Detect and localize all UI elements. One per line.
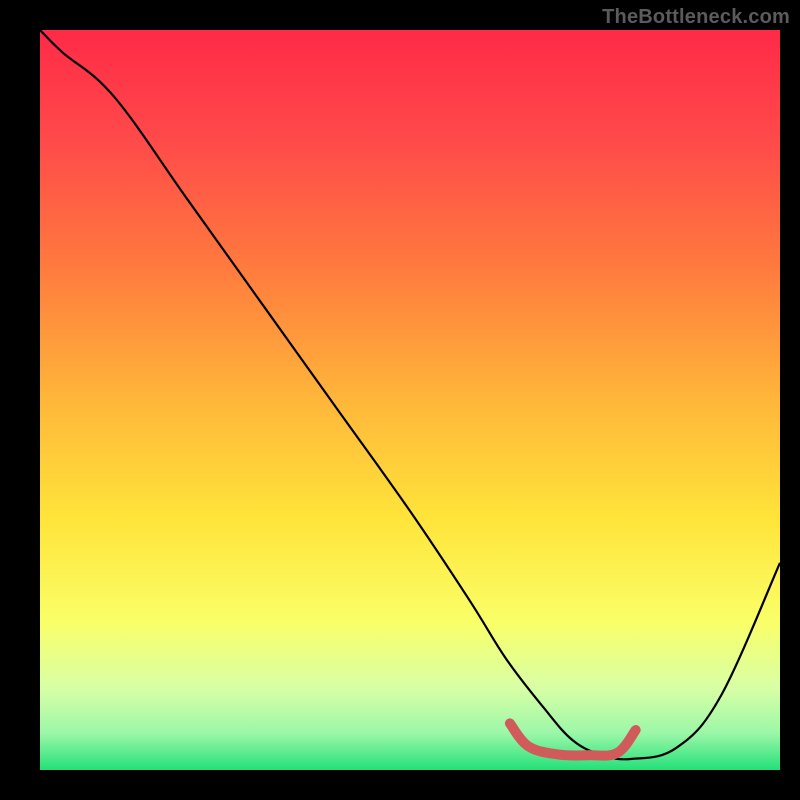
chart-container: TheBottleneck.com bbox=[0, 0, 800, 800]
watermark-text: TheBottleneck.com bbox=[602, 6, 790, 29]
bottleneck-chart bbox=[0, 0, 800, 800]
plot-background bbox=[40, 30, 780, 770]
